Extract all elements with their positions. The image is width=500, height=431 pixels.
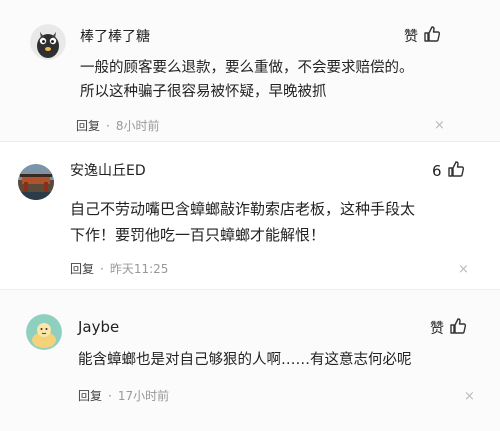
like-button[interactable]: 6	[432, 160, 465, 182]
reply-button[interactable]: 回复	[78, 387, 102, 404]
avatar[interactable]	[26, 314, 62, 350]
comment-item: 棒了棒了糖 赞 一般的顾客要么退款，要么重做，不会要求赔偿的。 所以这种骗子很容…	[0, 0, 500, 141]
like-button[interactable]: 赞	[404, 25, 441, 47]
username[interactable]: Jaybe	[78, 318, 119, 336]
close-icon[interactable]: ×	[464, 390, 475, 403]
comment-footer: 回复 · 17小时前	[78, 387, 169, 404]
comment-footer: 回复 · 昨天11:25	[70, 260, 168, 277]
close-icon[interactable]: ×	[458, 263, 469, 276]
separator-dot: ·	[106, 118, 110, 133]
reply-button[interactable]: 回复	[70, 260, 94, 277]
comment-text: 一般的顾客要么退款，要么重做，不会要求赔偿的。 所以这种骗子很容易被怀疑，早晚被…	[80, 56, 480, 104]
timestamp: 17小时前	[117, 389, 170, 403]
comment-item: Jaybe 赞 能含蟑螂也是对自己够狠的人啊……有这意志何必呢 回复 · 17小…	[0, 289, 500, 431]
comment-text-line: 所以这种骗子很容易被怀疑，早晚被抓	[80, 84, 327, 100]
like-count: 6	[432, 162, 442, 180]
avatar[interactable]	[30, 24, 66, 60]
thumbs-up-icon	[447, 160, 465, 182]
comment-text: 能含蟑螂也是对自己够狠的人啊……有这意志何必呢	[78, 348, 478, 372]
reply-button[interactable]: 回复	[76, 117, 100, 134]
separator-dot: ·	[108, 388, 112, 403]
thumbs-up-icon	[449, 317, 467, 339]
username[interactable]: 安逸山丘ED	[70, 160, 146, 180]
comment-text-line: 能含蟑螂也是对自己够狠的人啊……有这意志何必呢	[78, 352, 412, 368]
like-label: 赞	[430, 321, 444, 337]
like-label: 赞	[404, 29, 418, 45]
timestamp: 昨天11:25	[109, 262, 169, 276]
comment-text-line: 自己不劳动嘴巴含蟑螂敲诈勒索店老板，这种手段太	[70, 200, 416, 218]
thumbs-up-icon	[423, 25, 441, 47]
like-button[interactable]: 赞	[430, 317, 467, 339]
comment-item: 安逸山丘ED 6 自己不劳动嘴巴含蟑螂敲诈勒索店老板，这种手段太 下作！要罚他吃…	[0, 141, 500, 290]
comment-text-line: 一般的顾客要么退款，要么重做，不会要求赔偿的。	[80, 60, 414, 76]
timestamp: 8小时前	[115, 119, 160, 133]
avatar[interactable]	[18, 164, 54, 200]
separator-dot: ·	[100, 261, 104, 276]
close-icon[interactable]: ×	[434, 119, 445, 132]
username[interactable]: 棒了棒了糖	[80, 26, 150, 46]
comment-footer: 回复 · 8小时前	[76, 117, 159, 134]
comment-text-line: 下作！要罚他吃一百只蟑螂才能解恨！	[70, 226, 326, 244]
comment-text: 自己不劳动嘴巴含蟑螂敲诈勒索店老板，这种手段太 下作！要罚他吃一百只蟑螂才能解恨…	[70, 196, 482, 248]
